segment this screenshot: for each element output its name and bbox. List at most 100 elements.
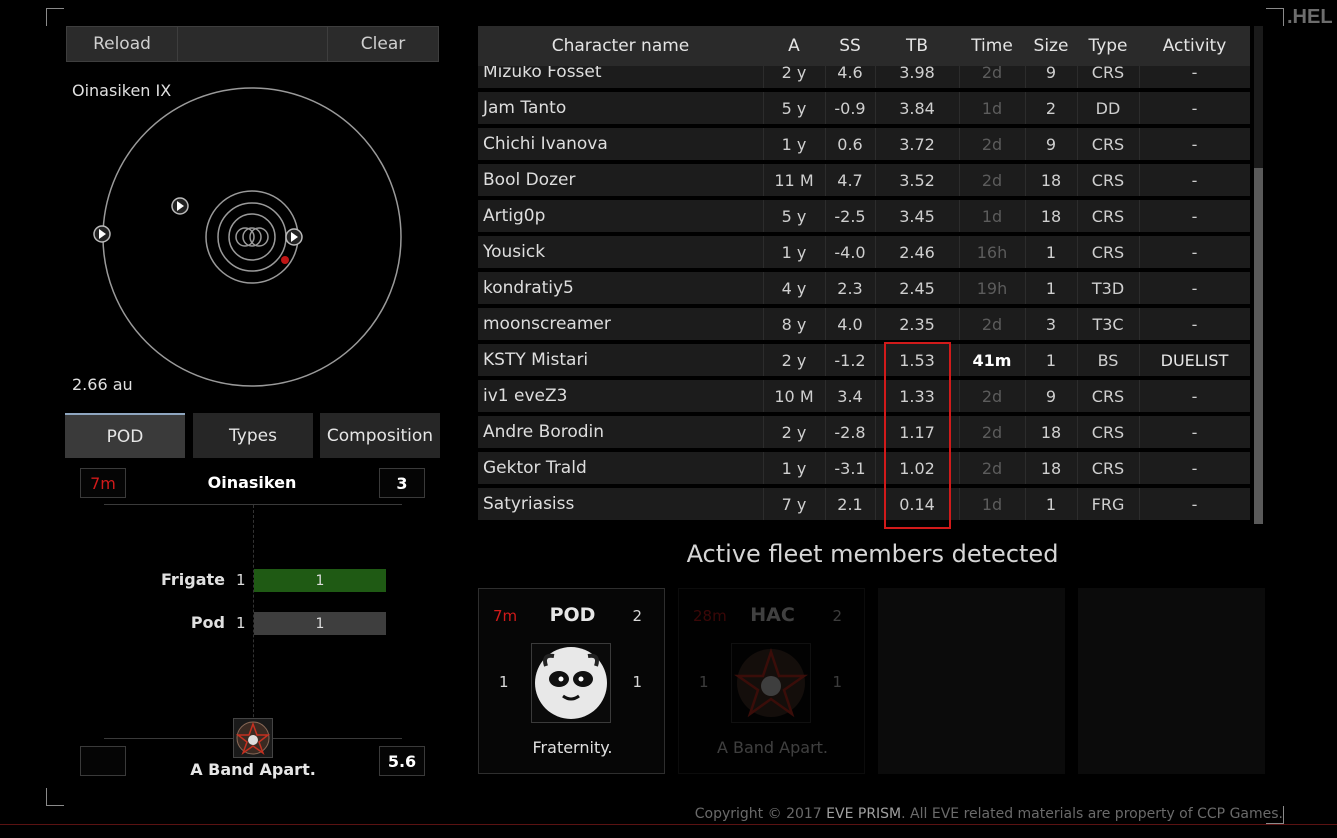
cell-type: CRS bbox=[1091, 386, 1125, 406]
cell-name[interactable]: Chichi Ivanova bbox=[478, 128, 763, 160]
cell-name[interactable]: iv1 eveZ3 bbox=[478, 380, 763, 412]
cell-name[interactable]: Bool Dozer bbox=[478, 164, 763, 196]
cell-a: 2 y bbox=[781, 350, 807, 370]
cell-a: 5 y bbox=[781, 206, 807, 226]
bar-count-frigate: 1 bbox=[236, 571, 246, 589]
cell-type: T3C bbox=[1092, 314, 1124, 334]
cell-name[interactable]: Artig0p bbox=[478, 200, 763, 232]
bar-label-pod: Pod bbox=[190, 613, 225, 632]
cell-a: 5 y bbox=[781, 98, 807, 118]
cell-type: CRS bbox=[1091, 134, 1125, 154]
cell-size: 18 bbox=[1040, 422, 1062, 442]
cell-ss: 2.1 bbox=[837, 494, 863, 514]
help-link[interactable]: .HEL bbox=[1287, 6, 1333, 29]
table-row[interactable]: moonscreamer 8 y 4.0 2.35 2d 3 T3C - bbox=[478, 308, 1250, 340]
table-row[interactable]: iv1 eveZ3 10 M 3.4 1.33 2d 9 CRS - bbox=[478, 380, 1250, 412]
cell-name[interactable]: kondratiy5 bbox=[478, 272, 763, 304]
cell-type: BS bbox=[1097, 350, 1119, 370]
cell-type: FRG bbox=[1091, 494, 1125, 514]
bar-count-pod: 1 bbox=[236, 614, 246, 632]
cell-activity: - bbox=[1191, 206, 1198, 226]
table-row[interactable]: kondratiy5 4 y 2.3 2.45 19h 1 T3D - bbox=[478, 272, 1250, 304]
fleet-card-empty bbox=[1078, 588, 1265, 774]
cell-type: CRS bbox=[1091, 170, 1125, 190]
cell-a: 4 y bbox=[781, 278, 807, 298]
cell-time: 1d bbox=[981, 98, 1003, 118]
cell-ss: 0.6 bbox=[837, 134, 863, 154]
clear-button[interactable]: Clear bbox=[327, 26, 439, 62]
table-row[interactable]: KSTY Mistari 2 y -1.2 1.53 41m 1 BS DUELIST bbox=[478, 344, 1250, 376]
frame-corner-tr bbox=[1266, 8, 1284, 26]
table-row[interactable]: Gektor Trald 1 y -3.1 1.02 2d 18 CRS - bbox=[478, 452, 1250, 484]
col-type[interactable]: Type bbox=[1077, 26, 1139, 66]
fleet-card[interactable]: 28m HAC 2 1 1 A Band Apart. bbox=[678, 588, 865, 774]
cell-size: 1 bbox=[1045, 494, 1057, 514]
cell-a: 1 y bbox=[781, 242, 807, 262]
cell-tb: 3.52 bbox=[899, 170, 935, 190]
bar-label-frigate: Frigate bbox=[160, 570, 225, 589]
table-row[interactable]: Jam Tanto 5 y -0.9 3.84 1d 2 DD - bbox=[478, 92, 1250, 124]
table-body[interactable]: Mizuko Fosset 2 y 4.6 3.98 2d 9 CRS - Jam Tanto 5… bbox=[0, 66, 1337, 520]
col-a[interactable]: A bbox=[763, 26, 825, 66]
tb-highlight-box bbox=[884, 342, 951, 529]
table-row[interactable]: Bool Dozer 11 M 4.7 3.52 2d 18 CRS - bbox=[478, 164, 1250, 196]
bar-pod[interactable]: 1 bbox=[254, 612, 386, 635]
footer-brand[interactable]: EVE PRISM bbox=[826, 806, 901, 822]
cell-time: 1d bbox=[981, 206, 1003, 226]
table-row[interactable]: Mizuko Fosset 2 y 4.6 3.98 2d 9 CRS - bbox=[478, 66, 1250, 88]
cell-type: T3D bbox=[1091, 278, 1125, 298]
cell-type: CRS bbox=[1091, 242, 1125, 262]
table-header: Character name A SS TB Time Size Type Ac… bbox=[478, 26, 1250, 66]
bar-frigate[interactable]: 1 bbox=[254, 569, 386, 592]
cell-type: CRS bbox=[1091, 422, 1125, 442]
cell-name[interactable]: Yousick bbox=[478, 236, 763, 268]
cell-ss: -3.1 bbox=[834, 458, 866, 478]
col-activity[interactable]: Activity bbox=[1139, 26, 1250, 66]
table-row[interactable]: Chichi Ivanova 1 y 0.6 3.72 2d 9 CRS - bbox=[478, 128, 1250, 160]
cell-activity: - bbox=[1191, 66, 1198, 82]
col-time[interactable]: Time bbox=[959, 26, 1025, 66]
fleet-heading: Active fleet members detected bbox=[686, 540, 1059, 568]
cell-name[interactable]: KSTY Mistari bbox=[478, 344, 763, 376]
col-ss[interactable]: SS bbox=[825, 26, 875, 66]
cell-name[interactable]: Satyriasiss bbox=[478, 488, 763, 520]
table-row[interactable]: Satyriasiss 7 y 2.1 0.14 1d 1 FRG - bbox=[478, 488, 1250, 520]
cell-size: 18 bbox=[1040, 206, 1062, 226]
cell-time: 2d bbox=[981, 170, 1003, 190]
cell-tb: 3.84 bbox=[899, 98, 935, 118]
cell-ss: -4.0 bbox=[834, 242, 866, 262]
table-row[interactable]: Artig0p 5 y -2.5 3.45 1d 18 CRS - bbox=[478, 200, 1250, 232]
cell-time: 2d bbox=[981, 386, 1003, 406]
cell-name[interactable]: Gektor Trald bbox=[478, 452, 763, 484]
cell-activity: - bbox=[1191, 170, 1198, 190]
fleet-card-name: A Band Apart. bbox=[716, 738, 829, 757]
cell-a: 2 y bbox=[781, 422, 807, 442]
cell-name[interactable]: Jam Tanto bbox=[478, 92, 763, 124]
cell-name[interactable]: Andre Borodin bbox=[478, 416, 763, 448]
col-size[interactable]: Size bbox=[1025, 26, 1077, 66]
table-row[interactable]: Andre Borodin 2 y -2.8 1.17 2d 18 CRS - bbox=[478, 416, 1250, 448]
cell-a: 10 M bbox=[774, 386, 814, 406]
fleet-card-count: 2 bbox=[632, 607, 642, 625]
fleet-card-count: 2 bbox=[832, 607, 842, 625]
alliance-name: A Band Apart. bbox=[190, 760, 316, 779]
cell-time: 16h bbox=[976, 242, 1008, 262]
fleet-card[interactable]: 7m POD 2 1 1 Fraternity. bbox=[478, 588, 665, 774]
cell-time: 2d bbox=[981, 66, 1003, 82]
table-row[interactable]: Yousick 1 y -4.0 2.46 16h 1 CRS - bbox=[478, 236, 1250, 268]
frame-corner-bl bbox=[46, 788, 64, 806]
col-character-name[interactable]: Character name bbox=[478, 26, 763, 66]
reload-button[interactable]: Reload bbox=[66, 26, 178, 62]
cell-ss: -0.9 bbox=[834, 98, 866, 118]
table-scrollbar-thumb[interactable] bbox=[1254, 168, 1263, 524]
col-tb[interactable]: TB bbox=[875, 26, 959, 66]
cell-time: 2d bbox=[981, 134, 1003, 154]
cell-name[interactable]: moonscreamer bbox=[478, 308, 763, 340]
cell-activity: - bbox=[1191, 98, 1198, 118]
cell-name[interactable]: Mizuko Fosset bbox=[478, 66, 763, 88]
footer-prefix: Copyright © 2017 bbox=[694, 806, 827, 822]
cell-time: 19h bbox=[976, 278, 1008, 298]
search-field[interactable] bbox=[178, 26, 328, 62]
cell-size: 9 bbox=[1045, 134, 1057, 154]
alliance-logo[interactable] bbox=[233, 718, 273, 758]
